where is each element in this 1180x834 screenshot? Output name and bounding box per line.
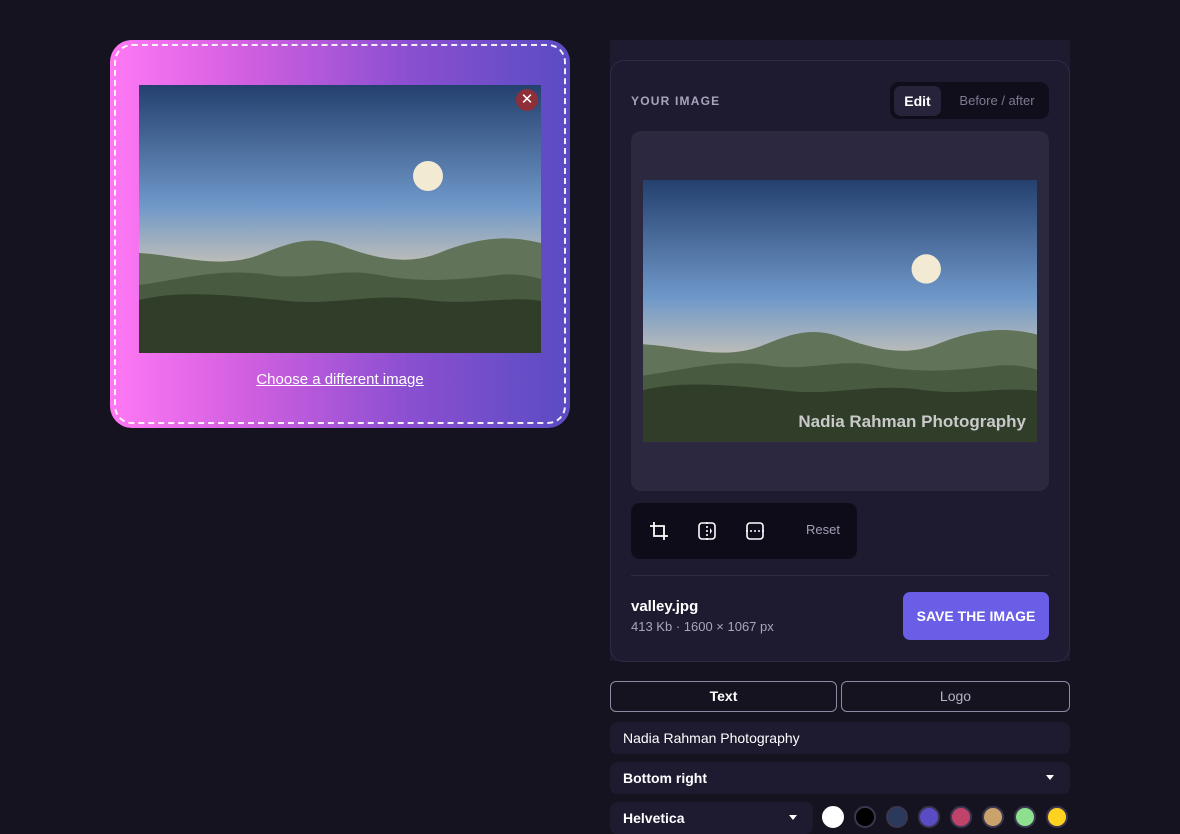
tab-logo[interactable]: Logo [841, 681, 1070, 712]
chevron-down-icon [1046, 775, 1054, 780]
watermark-text-input[interactable] [610, 722, 1070, 754]
close-icon: ✕ [520, 91, 534, 108]
preview-image: Nadia Rahman Photography [643, 180, 1037, 442]
panel-title: YOUR IMAGE [631, 94, 721, 108]
color-swatch-yellow[interactable] [1046, 806, 1068, 828]
font-select-value: Helvetica [623, 810, 685, 826]
color-swatch-indigo[interactable] [918, 806, 940, 828]
color-swatch-pink[interactable] [950, 806, 972, 828]
view-mode-toggle: Edit Before / after [890, 82, 1049, 119]
color-swatch-black[interactable] [854, 806, 876, 828]
preview-landscape [643, 180, 1037, 442]
reset-button[interactable]: Reset [806, 522, 840, 537]
tab-text[interactable]: Text [610, 681, 837, 712]
tab-before-after[interactable]: Before / after [950, 86, 1044, 116]
choose-different-image-link[interactable]: Choose a different image [110, 371, 570, 388]
image-dropzone[interactable]: ✕ Choose a different image [110, 40, 570, 428]
divider [631, 575, 1049, 576]
color-swatch-navy[interactable] [886, 806, 908, 828]
remove-image-button[interactable]: ✕ [516, 89, 538, 111]
file-meta: 413 Kb · 1600 × 1067 px [631, 619, 774, 634]
file-name: valley.jpg [631, 598, 699, 615]
color-swatch-white[interactable] [822, 806, 844, 828]
chevron-down-icon [789, 815, 797, 820]
uploaded-image-thumbnail [139, 85, 541, 353]
watermark-overlay: Nadia Rahman Photography [798, 412, 1026, 431]
color-swatch-tan[interactable] [982, 806, 1004, 828]
position-select-value: Bottom right [623, 770, 707, 786]
edit-toolbar: Reset [631, 503, 857, 559]
image-panel: YOUR IMAGE Edit Before / after Nadia Rah… [610, 60, 1070, 662]
flip-vertical-icon[interactable] [745, 521, 765, 541]
save-image-button[interactable]: SAVE THE IMAGE [903, 592, 1049, 640]
image-preview: Nadia Rahman Photography [631, 131, 1049, 491]
crop-icon[interactable] [649, 521, 669, 541]
position-select[interactable]: Bottom right [610, 762, 1070, 794]
tab-edit[interactable]: Edit [894, 86, 941, 116]
flip-horizontal-icon[interactable] [697, 521, 717, 541]
color-swatch-green[interactable] [1014, 806, 1036, 828]
font-select[interactable]: Helvetica [610, 802, 813, 834]
